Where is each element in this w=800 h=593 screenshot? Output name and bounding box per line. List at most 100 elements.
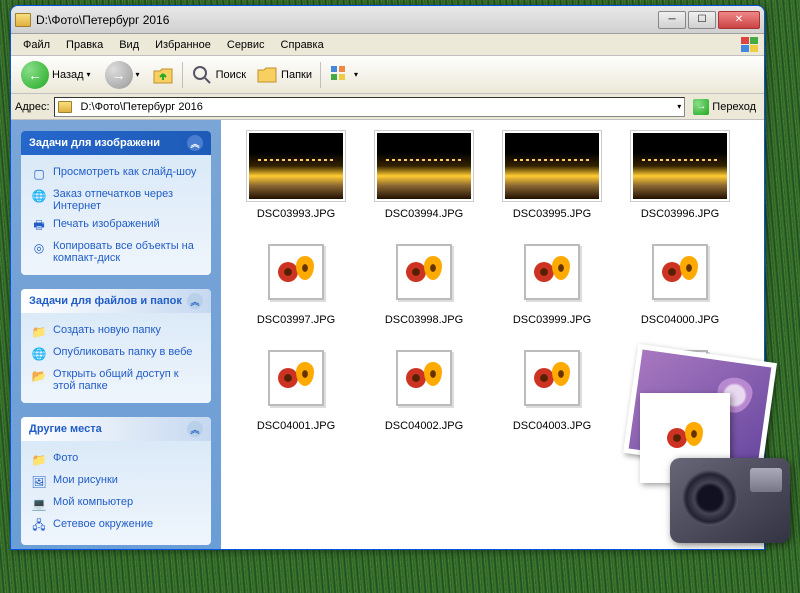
- file-item[interactable]: DSC03999.JPG: [493, 236, 611, 326]
- up-button[interactable]: [150, 62, 176, 88]
- file-name: DSC04002.JPG: [385, 420, 463, 432]
- task-new-folder[interactable]: 📁Создать новую папку: [31, 321, 201, 343]
- menu-help[interactable]: Справка: [273, 37, 332, 53]
- task-label: Печать изображений: [53, 218, 160, 230]
- go-arrow-icon: →: [693, 99, 709, 115]
- file-name: DSC03994.JPG: [385, 208, 463, 220]
- search-button[interactable]: Поиск: [189, 62, 248, 88]
- panel-title: Задачи для изображени: [29, 137, 160, 149]
- task-label: Сетевое окружение: [53, 518, 153, 530]
- thumbnail-frame: [396, 350, 452, 406]
- task-order-prints[interactable]: 🌐 Заказ отпечатков через Интернет: [31, 185, 201, 215]
- forward-button[interactable]: → ▾: [101, 59, 144, 91]
- file-item[interactable]: DSC03995.JPG: [493, 130, 611, 220]
- network-icon: 🖧: [31, 518, 47, 534]
- thumbnail-frame: [396, 244, 452, 300]
- panel-image-tasks: Задачи для изображени ︽ ▢Просмотреть как…: [21, 131, 211, 275]
- task-print[interactable]: 🖶 Печать изображений: [31, 215, 201, 237]
- folder-up-icon: [152, 64, 174, 86]
- go-label: Переход: [712, 101, 756, 113]
- thumbnail-frame: [524, 350, 580, 406]
- place-my-pictures[interactable]: 🖼Мои рисунки: [31, 471, 201, 493]
- minimize-button[interactable]: ─: [658, 11, 686, 29]
- menu-favorites[interactable]: Избранное: [147, 37, 219, 53]
- back-button[interactable]: ← Назад ▾: [17, 59, 95, 91]
- placeholder-image-icon: [278, 360, 314, 396]
- thumbnail-frame: [268, 350, 324, 406]
- file-item[interactable]: DSC03994.JPG: [365, 130, 483, 220]
- file-name: DSC03997.JPG: [257, 314, 335, 326]
- titlebar[interactable]: D:\Фото\Петербург 2016 ─ ☐ ✕: [11, 6, 764, 34]
- place-network[interactable]: 🖧 Сетевое окружение: [31, 515, 201, 537]
- panel-body: ▢Просмотреть как слайд-шоу 🌐 Заказ отпеча…: [21, 155, 211, 275]
- views-icon: [329, 64, 351, 86]
- tasks-sidebar: Задачи для изображени ︽ ▢Просмотреть как…: [11, 120, 221, 549]
- place-photo[interactable]: 📁Фото: [31, 449, 201, 471]
- file-view[interactable]: DSC03993.JPG DSC03994.JPG DSC03995.JPG DSC0…: [221, 120, 764, 549]
- file-item[interactable]: DSC04001.JPG: [237, 342, 355, 432]
- chevron-up-icon: ︽: [187, 421, 203, 437]
- menu-view[interactable]: Вид: [111, 37, 147, 53]
- close-button[interactable]: ✕: [718, 11, 760, 29]
- dropdown-arrow-icon: ▾: [354, 70, 358, 79]
- globe-icon: 🌐: [31, 188, 47, 204]
- task-share[interactable]: 📂Открыть общий доступ к этой папке: [31, 365, 201, 395]
- file-name: DSC03999.JPG: [513, 314, 591, 326]
- cd-icon: ◎: [31, 240, 47, 256]
- task-label: Копировать все объекты на компакт-диск: [53, 240, 201, 264]
- menu-edit[interactable]: Правка: [58, 37, 111, 53]
- file-item[interactable]: DSC03998.JPG: [365, 236, 483, 326]
- address-label: Адрес:: [15, 101, 50, 113]
- thumbnail-frame: [502, 130, 602, 202]
- file-item[interactable]: DSC04002.JPG: [365, 342, 483, 432]
- file-item[interactable]: DSC04004.JPG: [621, 342, 739, 432]
- file-item[interactable]: DSC03996.JPG: [621, 130, 739, 220]
- file-name: DSC03993.JPG: [257, 208, 335, 220]
- separator: [182, 62, 183, 88]
- printer-icon: 🖶: [31, 218, 47, 234]
- thumbnail-frame: [630, 130, 730, 202]
- task-label: Опубликовать папку в вебе: [53, 346, 192, 358]
- file-item[interactable]: DSC03997.JPG: [237, 236, 355, 326]
- views-button[interactable]: ▾: [327, 62, 360, 88]
- menu-file[interactable]: Файл: [15, 37, 58, 53]
- maximize-button[interactable]: ☐: [688, 11, 716, 29]
- task-publish[interactable]: 🌐Опубликовать папку в вебе: [31, 343, 201, 365]
- content-area: Задачи для изображени ︽ ▢Просмотреть как…: [11, 120, 764, 549]
- back-label: Назад: [52, 69, 84, 81]
- panel-other-places: Другие места ︽ 📁Фото 🖼Мои рисунки 💻Мой к…: [21, 417, 211, 545]
- chevron-up-icon: ︽: [187, 135, 203, 151]
- menubar: Файл Правка Вид Избранное Сервис Справка: [11, 34, 764, 56]
- address-input[interactable]: D:\Фото\Петербург 2016 ▾: [54, 97, 686, 117]
- window-title: D:\Фото\Петербург 2016: [36, 13, 658, 27]
- task-label: Открыть общий доступ к этой папке: [53, 368, 201, 392]
- go-button[interactable]: → Переход: [689, 98, 760, 116]
- task-copy-cd[interactable]: ◎ Копировать все объекты на компакт-диск: [31, 237, 201, 267]
- task-label: Заказ отпечатков через Интернет: [53, 188, 201, 212]
- placeholder-image-icon: [534, 360, 570, 396]
- menu-tools[interactable]: Сервис: [219, 37, 273, 53]
- place-my-computer[interactable]: 💻Мой компьютер: [31, 493, 201, 515]
- task-slideshow[interactable]: ▢Просмотреть как слайд-шоу: [31, 163, 201, 185]
- file-item[interactable]: DSC04003.JPG: [493, 342, 611, 432]
- address-value: D:\Фото\Петербург 2016: [81, 101, 674, 113]
- file-name: DSC03998.JPG: [385, 314, 463, 326]
- file-item[interactable]: DSC04000.JPG: [621, 236, 739, 326]
- file-name: DSC03995.JPG: [513, 208, 591, 220]
- file-name: DSC04004.JPG: [641, 420, 719, 432]
- dropdown-arrow-icon[interactable]: ▾: [677, 102, 681, 111]
- file-name: DSC04000.JPG: [641, 314, 719, 326]
- panel-header-file-tasks[interactable]: Задачи для файлов и папок ︽: [21, 289, 211, 313]
- folder-icon: [15, 13, 31, 27]
- thumbnail-frame: [652, 350, 708, 406]
- placeholder-image-icon: [406, 360, 442, 396]
- panel-body: 📁Фото 🖼Мои рисунки 💻Мой компьютер 🖧 Сетев…: [21, 441, 211, 545]
- task-label: Мои рисунки: [53, 474, 118, 486]
- file-item[interactable]: DSC03993.JPG: [237, 130, 355, 220]
- placeholder-image-icon: [662, 360, 698, 396]
- explorer-window: D:\Фото\Петербург 2016 ─ ☐ ✕ Файл Правка…: [10, 5, 765, 550]
- panel-title: Другие места: [29, 423, 102, 435]
- panel-header-image-tasks[interactable]: Задачи для изображени ︽: [21, 131, 211, 155]
- folders-button[interactable]: Папки: [254, 62, 314, 88]
- panel-header-places[interactable]: Другие места ︽: [21, 417, 211, 441]
